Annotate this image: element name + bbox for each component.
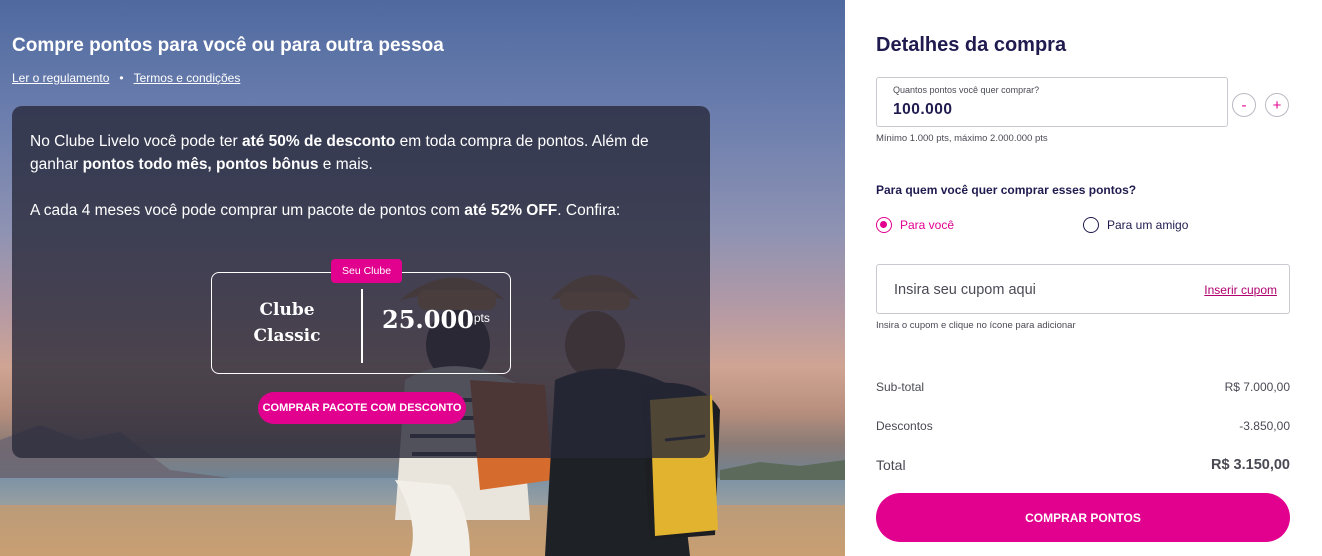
text-segment: A cada 4 meses você pode comprar um paco… [30, 202, 465, 219]
highlight-benefits: pontos todo mês, pontos bônus [82, 156, 319, 173]
hero-links: Ler o regulamento • Termos e condições [12, 71, 240, 85]
club-tag-badge: Seu Clube [331, 259, 403, 283]
text-segment: . Confira: [557, 202, 621, 219]
club-divider [361, 289, 363, 363]
club-info-text-1: No Clube Livelo você pode ter até 50% de… [30, 130, 690, 176]
highlight-discount: até 50% de desconto [241, 133, 396, 150]
purchase-panel: Detalhes da compra Quantos pontos você q… [845, 0, 1322, 556]
club-points: 25.000pts [382, 305, 490, 334]
coupon-hint: Insira o cupom e clique no ícone para ad… [876, 320, 1076, 331]
radio-for-you[interactable]: Para você [876, 217, 954, 233]
buy-package-button[interactable]: COMPRAR PACOTE COM DESCONTO [258, 392, 466, 424]
regulamento-link[interactable]: Ler o regulamento [12, 71, 109, 85]
coupon-input[interactable]: Insira seu cupom aqui Inserir cupom [876, 264, 1290, 314]
club-info-card: No Clube Livelo você pode ter até 50% de… [12, 106, 710, 458]
radio-for-friend[interactable]: Para um amigo [1083, 217, 1188, 233]
club-points-unit: pts [473, 311, 490, 325]
link-separator: • [119, 71, 124, 85]
quantity-label: Quantos pontos você quer comprar? [893, 85, 1040, 95]
radio-label-friend: Para um amigo [1107, 218, 1189, 232]
club-name-line1: Clube [259, 300, 315, 320]
subtotal-value: R$ 7.000,00 [1224, 380, 1290, 394]
total-label: Total [876, 457, 906, 473]
text-segment: e mais. [318, 156, 373, 173]
apply-coupon-link[interactable]: Inserir cupom [1204, 283, 1277, 297]
quantity-hint: Mínimo 1.000 pts, máximo 2.000.000 pts [876, 133, 1048, 144]
text-segment: No Clube Livelo você pode ter [30, 133, 242, 150]
radio-label-you: Para você [900, 218, 955, 232]
decrease-button[interactable]: - [1232, 93, 1256, 117]
total-value: R$ 3.150,00 [1210, 457, 1290, 473]
increase-button[interactable]: + [1265, 93, 1289, 117]
buy-points-button[interactable]: COMPRAR PONTOS [876, 493, 1290, 542]
subtotal-label: Sub-total [876, 380, 925, 394]
discount-value: -3.850,00 [1239, 419, 1290, 433]
club-points-value: 25.000 [382, 305, 474, 334]
page-title: Compre pontos para você ou para outra pe… [12, 35, 444, 56]
club-info-text-2: A cada 4 meses você pode comprar um paco… [30, 199, 690, 222]
quantity-value[interactable]: 100.000 [893, 101, 953, 119]
panel-title: Detalhes da compra [876, 34, 1067, 56]
radio-unchecked-icon[interactable] [1083, 217, 1099, 233]
club-name: Clube Classic [212, 297, 362, 349]
discount-row: Descontos -3.850,00 [876, 419, 1290, 433]
coupon-placeholder: Insira seu cupom aqui [894, 282, 1036, 298]
highlight-off: até 52% OFF [464, 202, 558, 219]
points-quantity-field[interactable]: Quantos pontos você quer comprar? 100.00… [876, 77, 1228, 127]
club-package-box: Seu Clube Clube Classic 25.000pts [211, 259, 511, 374]
total-row: Total R$ 3.150,00 [876, 457, 1290, 473]
hero-banner: Compre pontos para você ou para outra pe… [0, 0, 845, 556]
subtotal-row: Sub-total R$ 7.000,00 [876, 380, 1290, 394]
discount-label: Descontos [876, 419, 933, 433]
club-name-line2: Classic [253, 326, 321, 346]
terms-link[interactable]: Termos e condições [134, 71, 241, 85]
recipient-question: Para quem você quer comprar esses pontos… [876, 183, 1137, 197]
radio-checked-icon[interactable] [876, 217, 892, 233]
